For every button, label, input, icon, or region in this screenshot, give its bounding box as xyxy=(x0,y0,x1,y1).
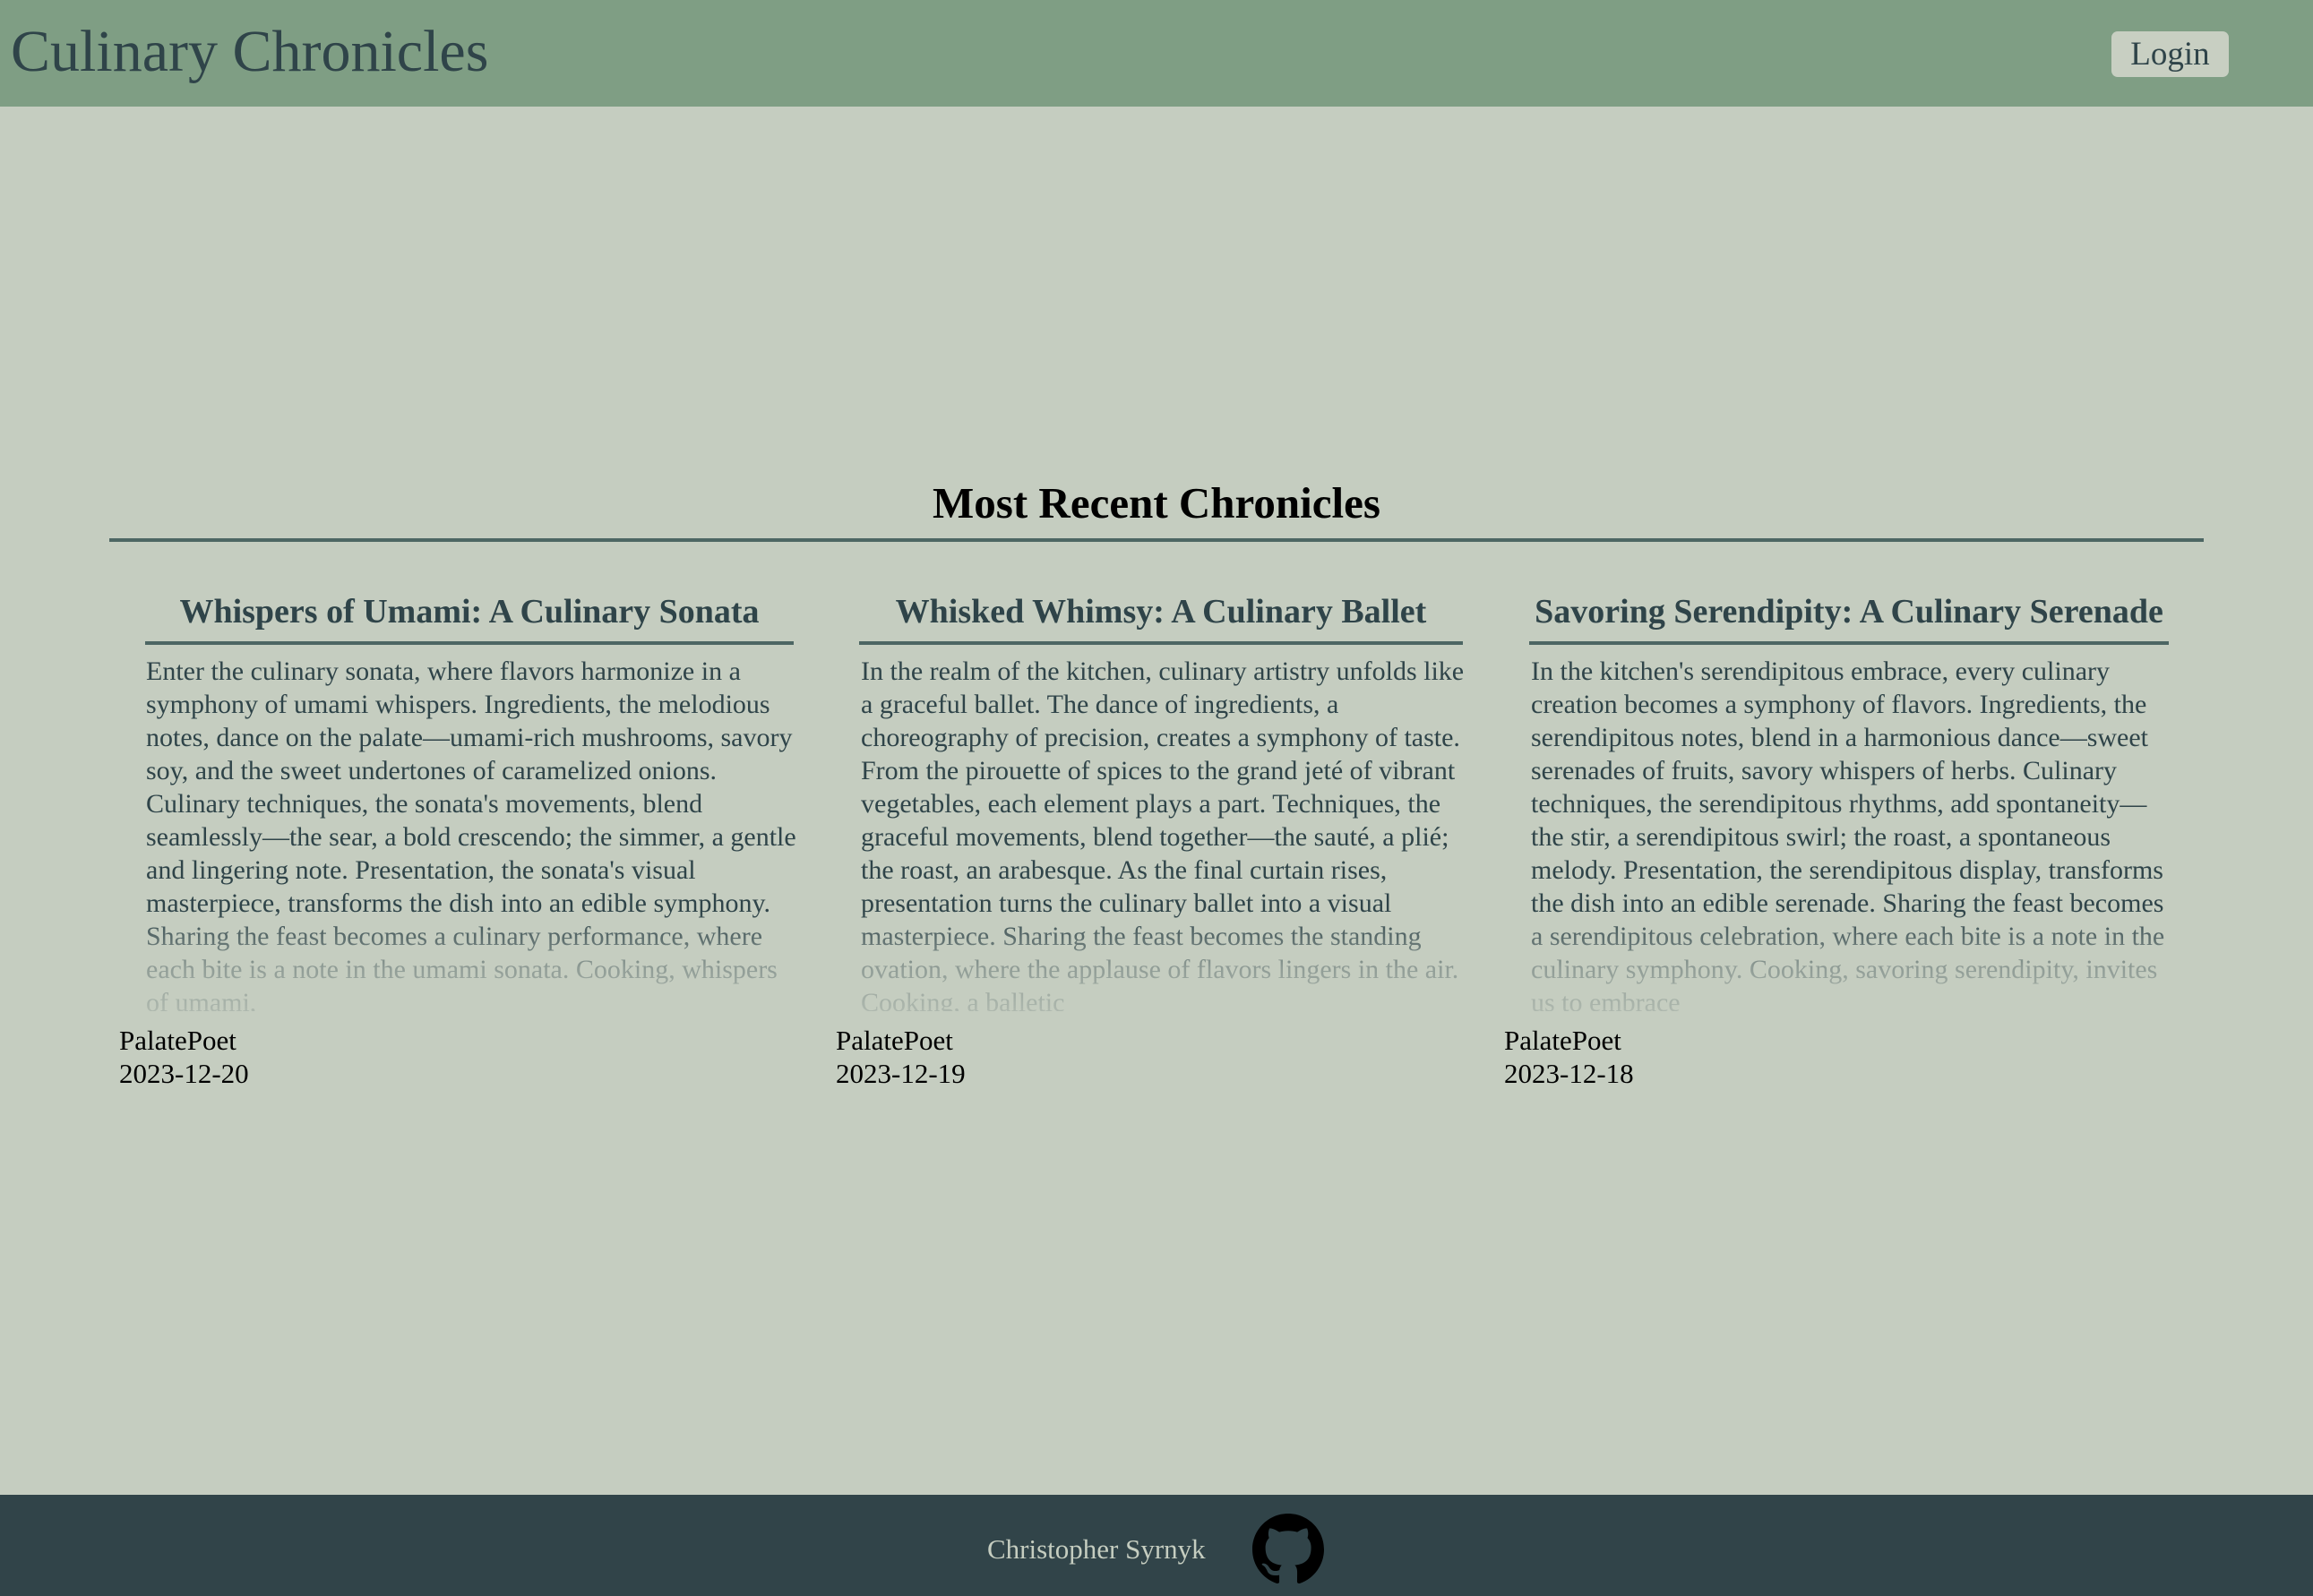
footer-author-name: Christopher Syrnyk xyxy=(987,1533,1206,1565)
section-title: Most Recent Chronicles xyxy=(933,478,1380,528)
post-excerpt: In the realm of the kitchen, culinary ar… xyxy=(861,656,1465,1011)
post-author: PalatePoet xyxy=(119,1025,236,1056)
github-icon[interactable] xyxy=(1252,1514,1324,1585)
post-title-divider xyxy=(1529,641,2169,645)
post-title-divider xyxy=(859,641,1463,645)
post-author: PalatePoet xyxy=(1504,1025,1621,1056)
post-title[interactable]: Whisked Whimsy: A Culinary Ballet xyxy=(859,589,1463,634)
post-excerpt: Enter the culinary sonata, where flavors… xyxy=(146,656,796,1011)
post-date: 2023-12-18 xyxy=(1504,1058,1634,1089)
site-header: Culinary Chronicles Login xyxy=(0,0,2313,107)
post-excerpt: In the kitchen's serendipitous embrace, … xyxy=(1531,656,2165,1011)
post-date: 2023-12-20 xyxy=(119,1058,249,1089)
post-title[interactable]: Savoring Serendipity: A Culinary Serenad… xyxy=(1529,589,2169,634)
post-title-divider xyxy=(145,641,794,645)
post-author: PalatePoet xyxy=(836,1025,953,1056)
post-title[interactable]: Whispers of Umami: A Culinary Sonata xyxy=(145,589,794,634)
post-date: 2023-12-19 xyxy=(836,1058,966,1089)
section-divider xyxy=(109,538,2204,542)
login-button[interactable]: Login xyxy=(2111,31,2229,77)
site-title[interactable]: Culinary Chronicles xyxy=(11,16,488,88)
